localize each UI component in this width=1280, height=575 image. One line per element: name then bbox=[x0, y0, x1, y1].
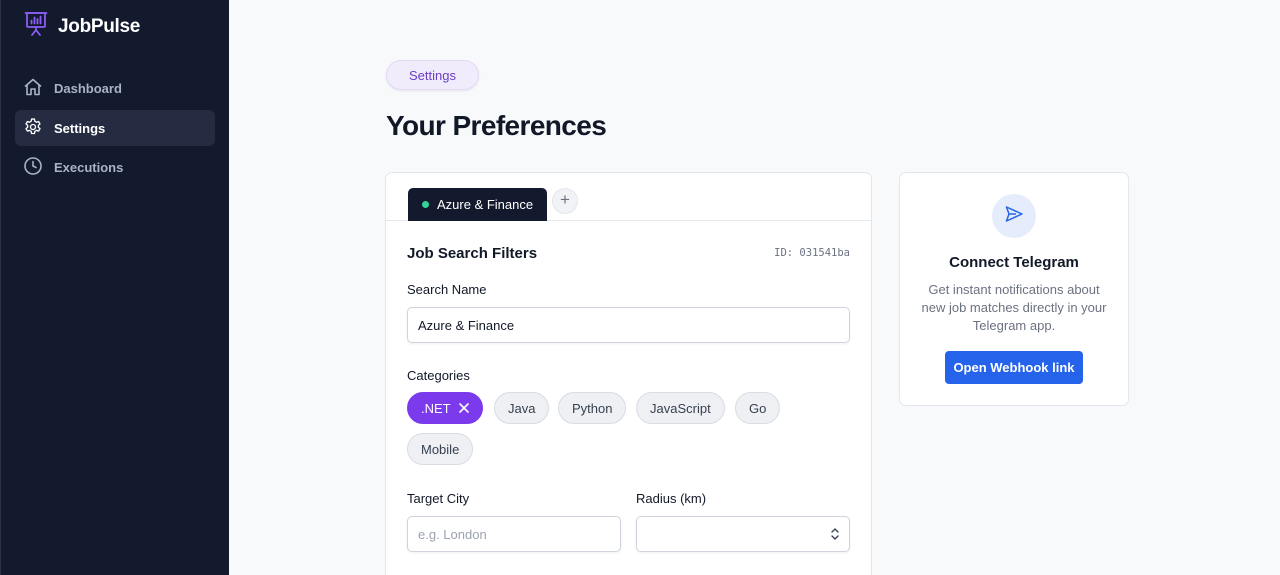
chevron-updown-icon bbox=[830, 527, 840, 546]
sidebar: JobPulse Dashboard Settings Executions bbox=[0, 0, 229, 575]
tab-label: Azure & Finance bbox=[437, 197, 534, 212]
app-name: JobPulse bbox=[58, 15, 141, 37]
category-chip-net[interactable]: .NET bbox=[407, 392, 483, 424]
sidebar-item-executions[interactable]: Executions bbox=[15, 149, 215, 185]
search-name-input[interactable] bbox=[407, 307, 850, 343]
categories-label: Categories bbox=[407, 368, 470, 383]
breadcrumb[interactable]: Settings bbox=[386, 60, 479, 90]
clock-icon bbox=[23, 156, 43, 179]
chip-label: Mobile bbox=[421, 441, 460, 457]
target-city-input[interactable] bbox=[407, 516, 621, 552]
main-content: Settings Your Preferences Azure & Financ… bbox=[229, 0, 1280, 575]
presentation-chart-icon bbox=[24, 11, 48, 42]
telegram-icon-badge bbox=[992, 194, 1036, 238]
target-city-label: Target City bbox=[407, 491, 470, 506]
search-tabs: Azure & Finance + bbox=[386, 173, 871, 221]
home-icon bbox=[23, 77, 43, 100]
sidebar-item-dashboard[interactable]: Dashboard bbox=[15, 70, 215, 106]
radius-select[interactable] bbox=[636, 516, 850, 552]
telegram-title: Connect Telegram bbox=[949, 254, 1079, 271]
sidebar-item-settings[interactable]: Settings bbox=[15, 110, 215, 146]
sidebar-item-label: Settings bbox=[54, 120, 106, 136]
category-chip-java[interactable]: Java bbox=[494, 392, 550, 424]
chip-label: JavaScript bbox=[650, 400, 711, 416]
chip-label: Python bbox=[572, 400, 613, 416]
record-id: ID: 031541ba bbox=[774, 247, 850, 259]
gear-icon bbox=[23, 117, 43, 140]
chip-label: Java bbox=[508, 400, 536, 416]
sidebar-item-label: Executions bbox=[54, 159, 124, 175]
send-icon bbox=[1004, 204, 1024, 229]
page-title: Your Preferences bbox=[386, 110, 607, 141]
category-chip-go[interactable]: Go bbox=[735, 392, 781, 424]
radius-label: Radius (km) bbox=[636, 491, 707, 506]
add-tab-button[interactable]: + bbox=[552, 188, 578, 214]
chip-label: .NET bbox=[421, 400, 451, 416]
brand[interactable]: JobPulse bbox=[24, 11, 140, 42]
tab-azure-finance[interactable]: Azure & Finance bbox=[408, 188, 548, 221]
telegram-description: Get instant notifications about new job … bbox=[921, 282, 1107, 333]
telegram-card: Connect Telegram Get instant notificatio… bbox=[899, 172, 1129, 406]
close-icon[interactable] bbox=[458, 401, 469, 416]
category-chip-python[interactable]: Python bbox=[558, 392, 627, 424]
category-chip-javascript[interactable]: JavaScript bbox=[636, 392, 725, 424]
status-dot bbox=[422, 201, 429, 208]
category-chip-mobile[interactable]: Mobile bbox=[407, 433, 474, 465]
open-webhook-button[interactable]: Open Webhook link bbox=[945, 351, 1083, 384]
section-title: Job Search Filters bbox=[407, 245, 538, 262]
search-name-label: Search Name bbox=[407, 282, 487, 297]
chip-label: Go bbox=[749, 400, 767, 416]
sidebar-item-label: Dashboard bbox=[54, 80, 122, 96]
filters-card: Azure & Finance + Job Search Filters ID:… bbox=[385, 172, 872, 575]
